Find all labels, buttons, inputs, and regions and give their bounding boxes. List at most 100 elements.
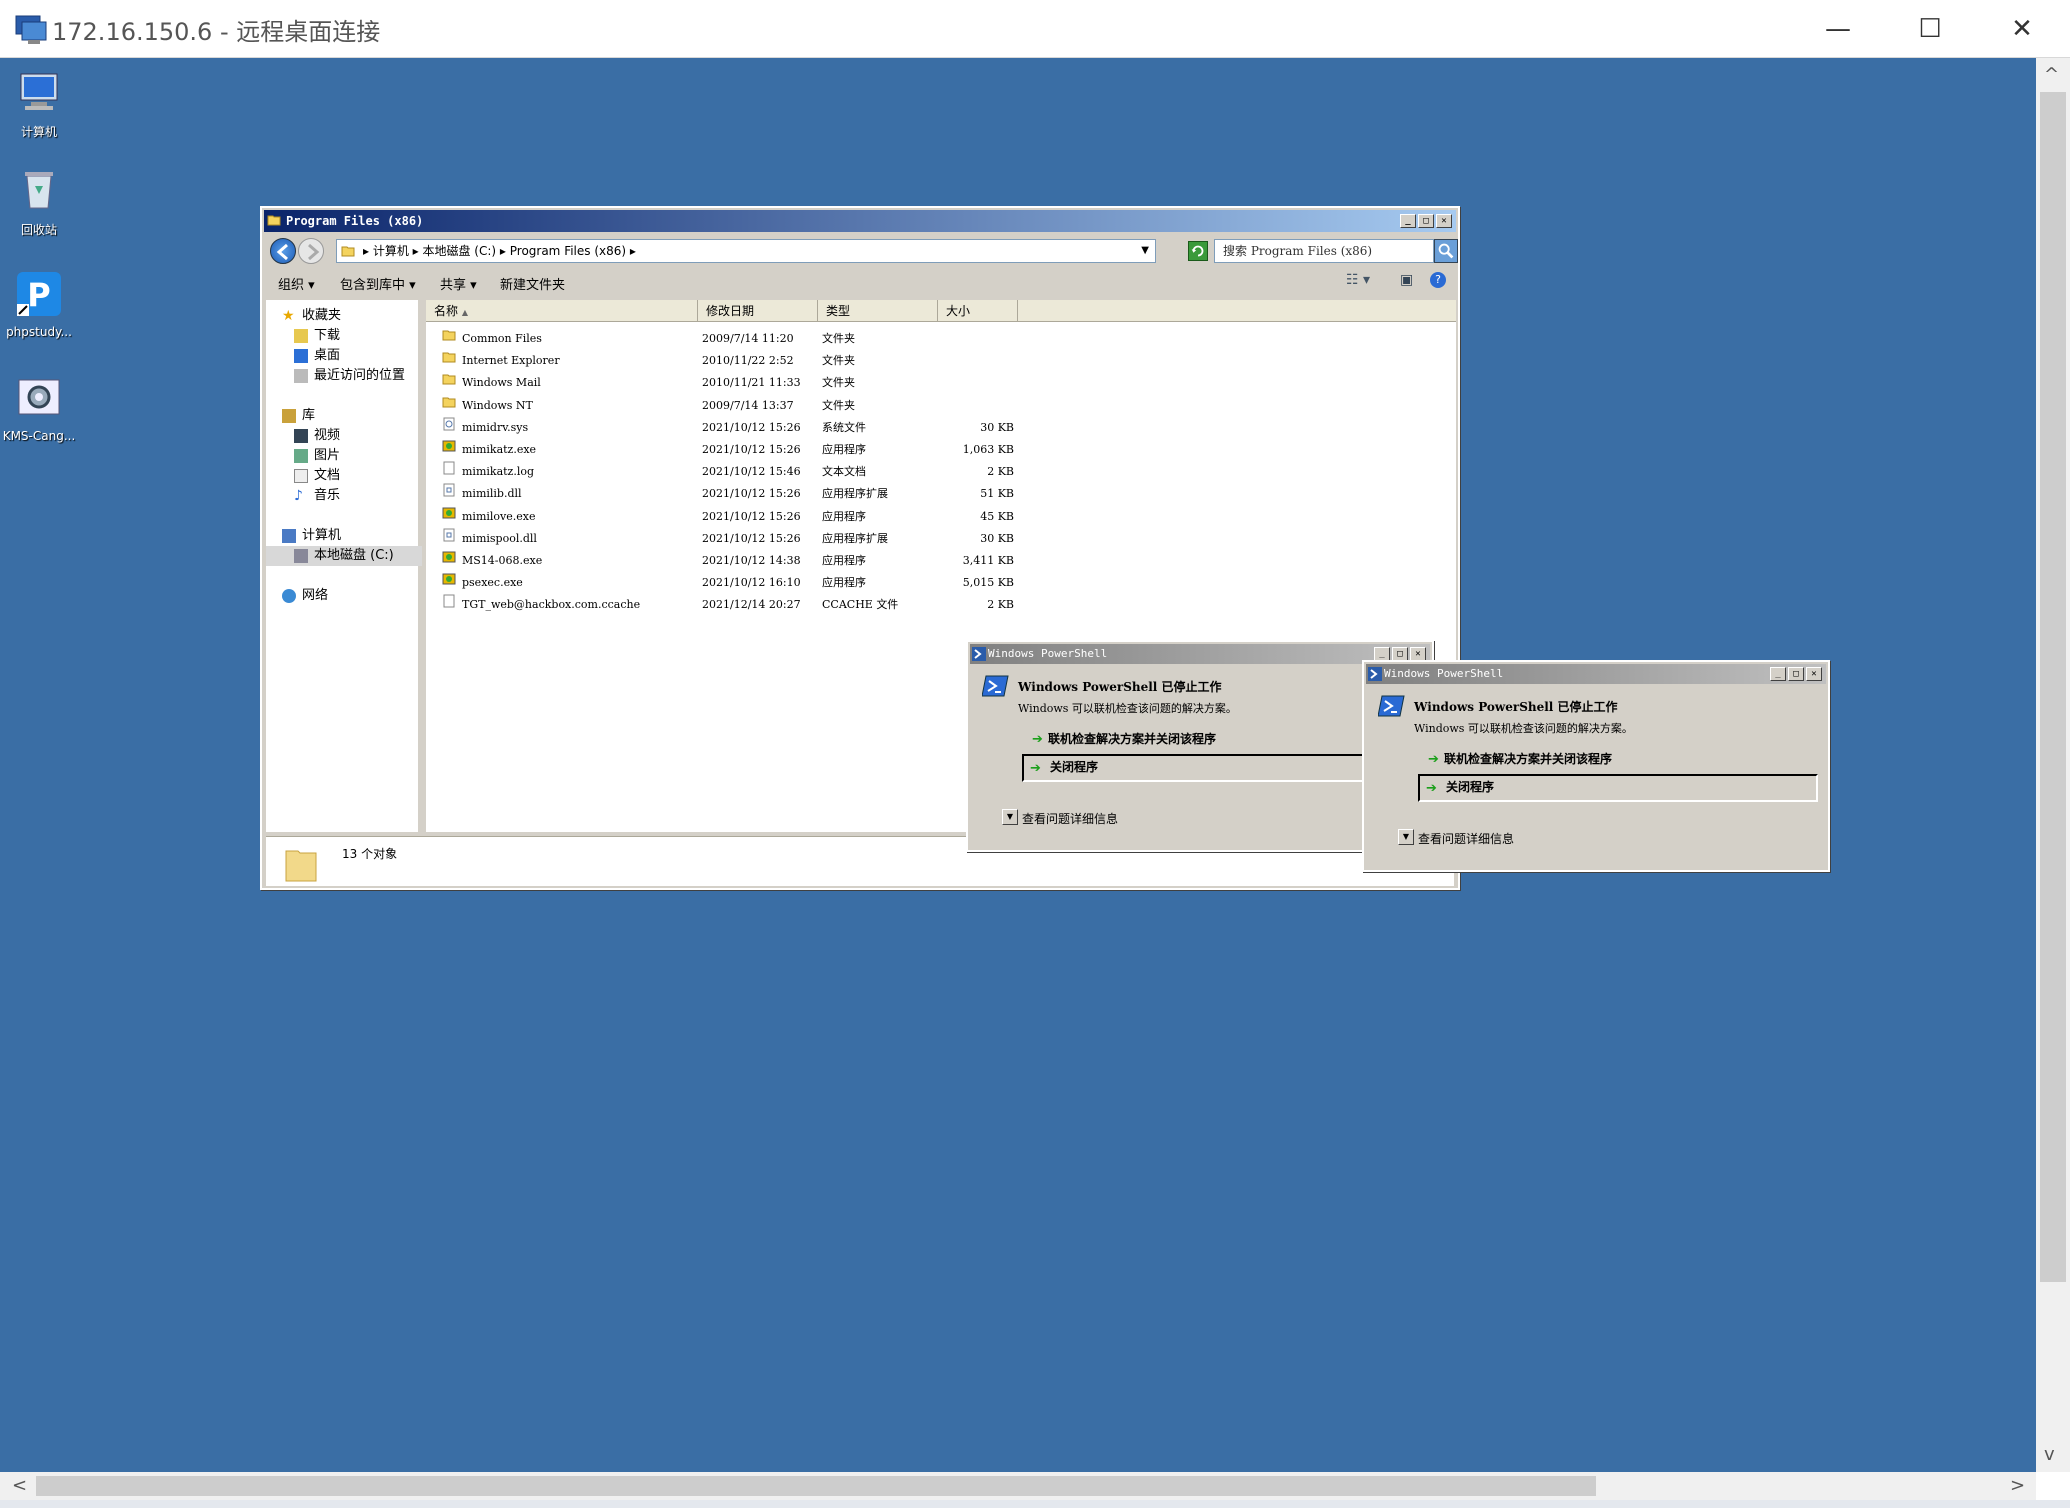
nav-label: 文档	[314, 468, 341, 483]
nav-library[interactable]: 库	[282, 406, 315, 426]
file-size: 5,015 KB	[962, 576, 1014, 590]
search-input[interactable]: 搜索 Program Files (x86)	[1214, 239, 1434, 263]
table-row[interactable]: mimikatz.exe 2021/10/12 15:26 应用程序 1,063 KB	[426, 439, 1026, 461]
organize-button[interactable]: 组织 ▾	[278, 274, 315, 293]
dialog-minimize-button[interactable]: _	[1374, 647, 1390, 661]
table-row[interactable]: Common Files 2009/7/14 11:20 文件夹	[426, 328, 1026, 350]
explorer-minimize-button[interactable]: _	[1400, 214, 1416, 228]
folder-file-icon	[442, 372, 456, 386]
search-button[interactable]	[1434, 239, 1458, 263]
recycle-bin-icon	[25, 172, 53, 209]
sort-ascending-icon: ▲	[461, 308, 468, 317]
address-input[interactable]: ▸ 计算机 ▸ 本地磁盘 (C:) ▸ Program Files (x86) …	[336, 239, 1156, 263]
new-folder-button[interactable]: 新建文件夹	[500, 274, 565, 293]
table-row[interactable]: mimilib.dll 2021/10/12 15:26 应用程序扩展 51 KB	[426, 483, 1026, 505]
scroll-left-icon[interactable]: <	[12, 1475, 27, 1496]
view-details-toggle[interactable]: ▼ 查看问题详细信息	[1002, 809, 1118, 827]
desktop-icon-kms[interactable]: KMS-Cang...	[0, 374, 78, 443]
nav-videos[interactable]: 视频	[294, 426, 340, 446]
file-date: 2010/11/22 2:52	[702, 354, 794, 368]
column-header-name[interactable]: 名称 ▲	[426, 300, 698, 322]
file-name: mimikatz.log	[462, 465, 535, 479]
star-icon: ★	[282, 307, 295, 324]
column-header-size[interactable]: 大小	[938, 300, 1018, 322]
nav-favorites[interactable]: ★ 收藏夹	[282, 306, 341, 326]
green-arrow-icon: ➔	[1032, 732, 1043, 747]
horizontal-scroll-thumb[interactable]	[36, 1476, 1596, 1496]
scroll-down-icon[interactable]: v	[2044, 1444, 2055, 1465]
column-header-type[interactable]: 类型	[818, 300, 938, 322]
minimize-button[interactable]: —	[1792, 0, 1884, 58]
column-header-date[interactable]: 修改日期	[698, 300, 818, 322]
computer-icon	[20, 73, 58, 110]
desktop-icon-computer[interactable]: 计算机	[0, 68, 78, 140]
share-button[interactable]: 共享 ▾	[440, 274, 477, 293]
table-row[interactable]: TGT_web@hackbox.com.ccache 2021/12/14 20:…	[426, 594, 1026, 616]
close-program-option[interactable]: ➔ 关闭程序	[1418, 774, 1818, 802]
table-row[interactable]: mimikatz.log 2021/10/12 15:46 文本文档 2 KB	[426, 461, 1026, 483]
phpstudy-icon: P	[17, 272, 61, 316]
check-online-option[interactable]: ➔ 联机检查解决方案并关闭该程序	[1424, 750, 1612, 767]
file-size: 51 KB	[980, 487, 1014, 501]
explorer-close-button[interactable]: ✕	[1436, 214, 1452, 228]
desktop-icon-recycle-bin[interactable]: 回收站	[0, 166, 78, 238]
dialog-close-button[interactable]: ✕	[1410, 647, 1426, 661]
table-row[interactable]: psexec.exe 2021/10/12 16:10 应用程序 5,015 KB	[426, 572, 1026, 594]
dialog-titlebar[interactable]: Windows PowerShell _ □ ✕	[1366, 664, 1826, 684]
forward-button[interactable]	[298, 238, 324, 264]
vertical-scroll-thumb[interactable]	[2040, 92, 2066, 1282]
nav-recent[interactable]: 最近访问的位置	[294, 366, 405, 386]
scroll-up-icon[interactable]: ^	[2044, 64, 2059, 85]
maximize-button[interactable]: ☐	[1884, 0, 1976, 58]
desktop-icon-phpstudy[interactable]: P phpstudy...	[0, 270, 78, 339]
dll-file-icon	[442, 483, 456, 497]
nav-label: 最近访问的位置	[314, 368, 406, 383]
exe-file-icon	[442, 439, 456, 453]
nav-network[interactable]: 网络	[282, 586, 328, 606]
explorer-maximize-button[interactable]: □	[1418, 214, 1434, 228]
nav-pictures[interactable]: 图片	[294, 446, 340, 466]
file-name: Common Files	[462, 332, 542, 345]
view-details-toggle[interactable]: ▼ 查看问题详细信息	[1398, 829, 1514, 847]
dialog-minimize-button[interactable]: _	[1770, 667, 1786, 681]
include-library-button[interactable]: 包含到库中 ▾	[340, 274, 416, 293]
dialog-close-button[interactable]: ✕	[1806, 667, 1822, 681]
table-row[interactable]: MS14-068.exe 2021/10/12 14:38 应用程序 3,411 KB	[426, 550, 1026, 572]
file-name: mimispool.dll	[462, 531, 537, 545]
check-online-option[interactable]: ➔ 联机检查解决方案并关闭该程序	[1028, 730, 1216, 747]
table-row[interactable]: mimispool.dll 2021/10/12 15:26 应用程序扩展 30 KB	[426, 528, 1026, 550]
video-icon	[294, 428, 308, 443]
table-row[interactable]: mimilove.exe 2021/10/12 15:26 应用程序 45 KB	[426, 506, 1026, 528]
nav-music[interactable]: ♪ 音乐	[294, 486, 340, 506]
explorer-titlebar[interactable]: Program Files (x86) _ □ ✕	[264, 210, 1456, 232]
table-row[interactable]: Internet Explorer 2010/11/22 2:52 文件夹	[426, 350, 1026, 372]
folder-file-icon	[442, 350, 456, 364]
table-row[interactable]: Windows Mail 2010/11/21 11:33 文件夹	[426, 372, 1026, 394]
table-row[interactable]: mimidrv.sys 2021/10/12 15:26 系统文件 30 KB	[426, 417, 1026, 439]
nav-documents[interactable]: 文档	[294, 466, 340, 486]
table-row[interactable]: Windows NT 2009/7/14 13:37 文件夹	[426, 395, 1026, 417]
close-button[interactable]: ✕	[1976, 0, 2068, 58]
chevron-down-icon[interactable]: ▼	[1141, 240, 1149, 262]
nav-label: 收藏夹	[302, 308, 342, 323]
nav-desktop[interactable]: 桌面	[294, 346, 340, 366]
dialog-titlebar[interactable]: Windows PowerShell _ □ ✕	[970, 644, 1430, 664]
refresh-button[interactable]	[1188, 241, 1208, 261]
option-label: 联机检查解决方案并关闭该程序	[1048, 732, 1217, 746]
file-file-icon	[442, 594, 456, 608]
scroll-right-icon[interactable]: >	[2010, 1475, 2025, 1496]
preview-pane-icon[interactable]: ▣	[1400, 272, 1413, 288]
nav-downloads[interactable]: 下载	[294, 326, 340, 346]
nav-local-disk[interactable]: 本地磁盘 (C:)	[266, 546, 422, 566]
file-date: 2021/10/12 15:26	[702, 420, 801, 434]
dialog-maximize-button[interactable]: □	[1392, 647, 1408, 661]
rdp-window-title: 172.16.150.6 - 远程桌面连接	[52, 18, 381, 46]
nav-computer[interactable]: 计算机	[282, 526, 341, 546]
help-icon[interactable]: ?	[1430, 272, 1446, 288]
view-options-icon[interactable]: ☷ ▾	[1346, 272, 1370, 288]
back-button[interactable]	[270, 238, 296, 264]
desktop-icon-label: 计算机	[20, 125, 57, 139]
desktop-icon-label: KMS-Cang...	[2, 429, 76, 443]
file-type: CCACHE 文件	[822, 598, 899, 612]
dialog-maximize-button[interactable]: □	[1788, 667, 1804, 681]
